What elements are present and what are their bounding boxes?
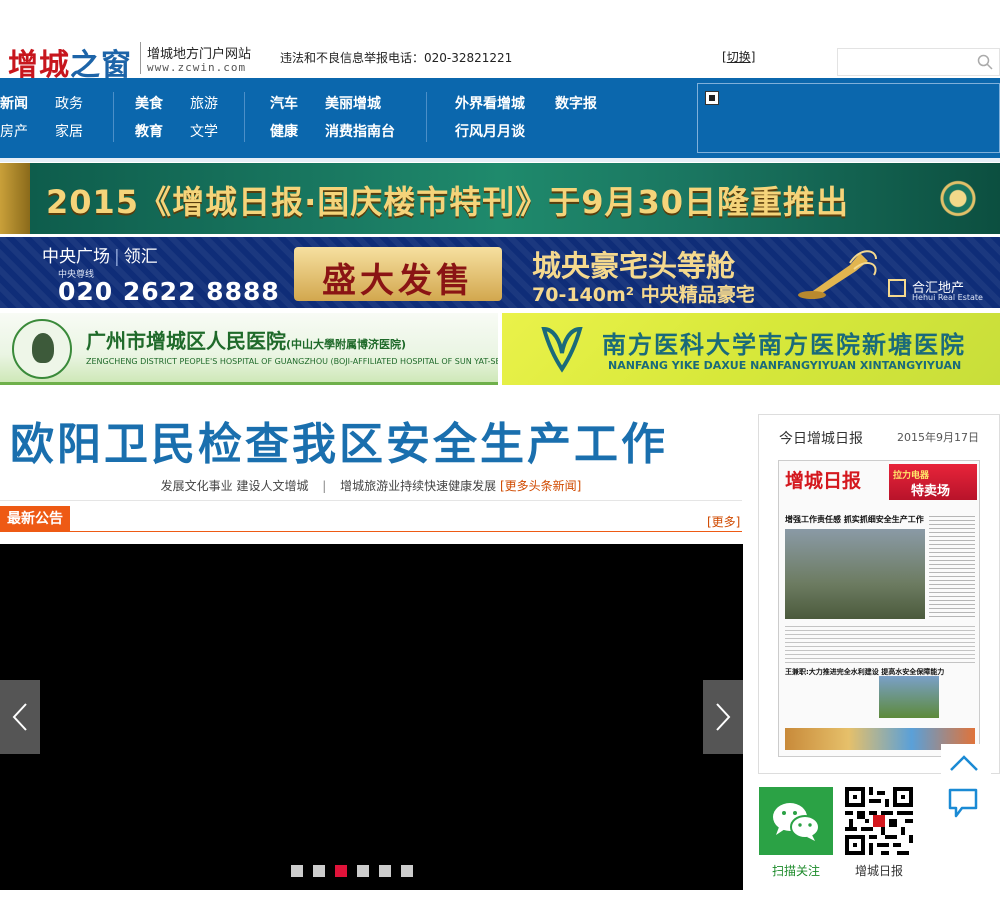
nav-item-travel[interactable]: 旅游 [190,93,218,113]
slider-dot[interactable] [401,865,413,877]
report-hotline: 违法和不良信息举报电话：020-32821221 [280,51,513,65]
nav-item-outside[interactable]: 外界看增城 [455,93,525,113]
notice-underline [0,531,742,532]
search-icon[interactable] [977,54,993,70]
qr-label: 增城日报 [855,864,904,878]
nav-item-news[interactable]: 新闻 [0,93,28,113]
banner-2-headline: 城央豪宅头等舱 [532,249,736,283]
logo-divider [140,42,141,74]
banner-ornament-left [0,163,30,234]
banner-3-title: 广州市增城区人民医院(中山大學附属博济医院) [86,325,406,354]
newspaper-column [929,513,975,619]
banner-national-day[interactable]: 2015《增城日报·国庆楼市特刊》于9月30日隆重推出 [0,163,1000,234]
qr-code [845,787,913,855]
nav-item-auto[interactable]: 汽车 [270,93,298,113]
banner-2-phone: 020 2622 8888 [58,277,280,306]
latest-notice-tab[interactable]: 最新公告 [0,506,70,532]
today-paper-box: 今日增城日报 2015年9月17日 增城日报 拉力电器 特卖场 增强工作责任感 … [758,414,1000,774]
hospital-seal-icon [12,319,72,379]
notice-more-link[interactable]: [更多] [707,513,740,530]
wechat-button[interactable] [759,787,833,855]
banner-zengcheng-hospital[interactable]: 广州市增城区人民医院(中山大學附属博济医院) ZENGCHENG DISTRIC… [0,313,498,385]
image-slider[interactable] [0,544,743,890]
brand-linghui: 领汇 [123,247,158,267]
newspaper-masthead: 增城日报 [785,470,862,492]
nav-item-gov[interactable]: 政务 [55,93,83,113]
nav-item-health[interactable]: 健康 [270,121,298,141]
nav-item-realestate[interactable]: 房产 [0,121,28,141]
nav-item-home[interactable]: 家居 [55,121,83,141]
brand-central-plaza: 中央广场 [42,247,110,267]
logo-url: www.zcwin.com [147,61,247,74]
headline-sub-links: 发展文化事业 建设人文增城 | 增城旅游业持续快速健康发展 [更多头条新闻] [160,479,582,493]
slider-next-button[interactable] [703,680,743,754]
nav-underline [0,158,1000,162]
wechat-label[interactable]: 扫描关注 [772,862,820,879]
logo-subtitle: 增城地方门户网站 [147,47,252,62]
nav-item-beautiful[interactable]: 美丽增城 [325,93,381,113]
chat-bubble-icon [948,788,978,818]
slider-dot[interactable] [291,865,303,877]
nav-divider [244,92,245,142]
banner-2-brand: 中央广场 | 领汇 [42,247,158,267]
slider-dot[interactable] [357,865,369,877]
sub-link-culture[interactable]: 发展文化事业 建设人文增城 [161,479,309,493]
back-to-top-button[interactable] [941,744,991,784]
slider-prev-button[interactable] [0,680,40,754]
main-nav: 新闻 政务 房产 家居 美食 旅游 教育 文学 汽车 美丽增城 健康 消费指南台… [0,78,1000,158]
nav-item-food[interactable]: 美食 [135,93,163,113]
newspaper-headline: 增强工作责任感 抓实抓细安全生产工作 [785,515,924,524]
headline-news[interactable]: 欧阳卫民检查我区安全生产工作 [10,408,668,472]
panel-checkbox[interactable] [705,91,719,105]
wechat-icon [773,803,820,841]
hehui-logo-icon [888,279,906,297]
nav-side-panel [697,83,1000,153]
sub-link-tourism[interactable]: 增城旅游业持续快速健康发展 [340,479,496,493]
feedback-button[interactable] [946,786,982,822]
slider-dot[interactable] [313,865,325,877]
newspaper-text [785,623,975,663]
chevron-up-icon [950,755,978,771]
today-paper-title[interactable]: 今日增城日报 [779,428,863,448]
today-paper-date: 2015年9月17日 [897,431,979,444]
banner-4-english: NANFANG YIKE DAXUE NANFANGYIYUAN XINTANG… [608,359,962,372]
nav-item-monthly-talk[interactable]: 行风月月谈 [455,121,525,141]
newspaper-photo-2 [879,676,939,718]
newspaper-thumbnail[interactable]: 增城日报 拉力电器 特卖场 增强工作责任感 抓实抓细安全生产工作 王兼职:大力推… [778,460,980,757]
nav-item-epaper[interactable]: 数字报 [555,93,597,113]
slider-dot[interactable] [379,865,391,877]
newspaper-ad-main: 特卖场 [911,484,951,499]
banner-central-plaza[interactable]: 中央广场 | 领汇 中央尊线 020 2622 8888 盛大发售 城央豪宅头等舱 … [0,237,1000,308]
sale-badge-text: 盛大发售 [322,261,474,301]
search-input[interactable] [837,48,1000,76]
chevron-left-icon [12,703,27,731]
more-headlines-link[interactable]: [更多头条新闻] [500,479,581,493]
banner-ornament-right [930,163,1000,234]
banner-4-title: 南方医科大学南方医院新塘医院 [602,331,966,359]
hospital-affiliation: (中山大學附属博济医院) [286,338,407,351]
banner-3-english: ZENGCHENG DISTRICT PEOPLE'S HOSPITAL OF … [86,357,498,366]
newspaper-photo [785,529,925,619]
trumpet-icon [798,250,877,299]
nav-divider [113,92,114,142]
nav-item-literature[interactable]: 文学 [190,121,218,141]
heart-leaf-icon [541,326,583,373]
nav-item-education[interactable]: 教育 [135,121,163,141]
switch-label[interactable]: 切换 [727,50,751,64]
qr-code-icon [845,787,913,855]
section-divider [0,500,742,501]
banner-xintang-hospital[interactable]: 南方医科大学南方医院新塘医院 NANFANG YIKE DAXUE NANFAN… [502,313,1000,385]
nav-divider [426,92,427,142]
sale-badge: 盛大发售 [294,247,502,301]
banner-2-company-en: Hehui Real Estate [912,293,983,302]
chevron-right-icon [716,703,731,731]
switch-link[interactable]: [切换] [722,48,755,65]
site-header: 增城之窗 增城地方门户网站 www.zcwin.com 违法和不良信息举报电话：… [0,30,1000,83]
nav-item-consumer[interactable]: 消费指南台 [325,121,395,141]
newspaper-ad: 拉力电器 特卖场 [889,464,977,500]
hospital-name: 广州市增城区人民医院 [86,329,286,353]
banner-1-text: 2015《增城日报·国庆楼市特刊》于9月30日隆重推出 [46,183,850,221]
slider-dot-active[interactable] [335,865,347,877]
banner-2-subline: 70-140m² 中央精品豪宅 [532,284,755,306]
